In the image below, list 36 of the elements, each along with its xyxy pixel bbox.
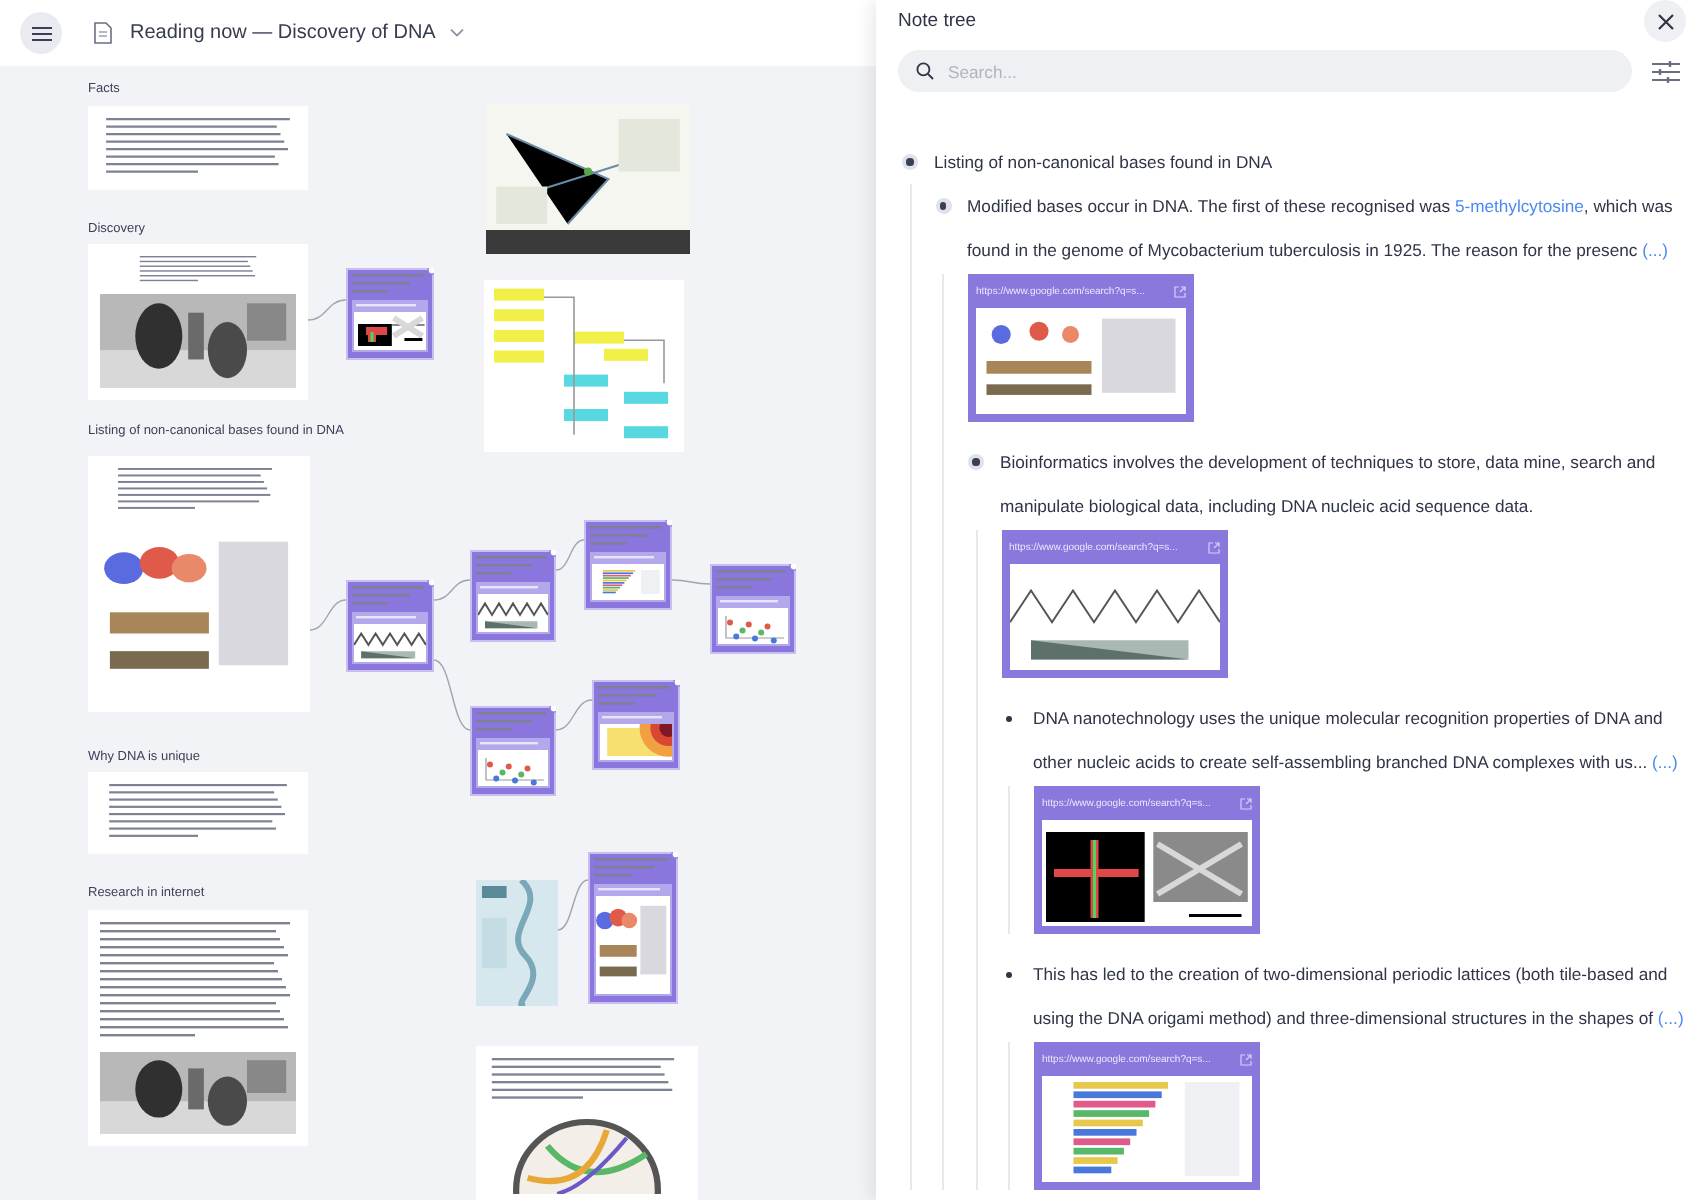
connector-line [555,539,585,571]
more-link[interactable]: (...) [1652,752,1678,772]
close-icon [1657,13,1673,29]
note-text: Bioinformatics involves the development of techniques to store, data mine, search and manipulate biological data, including DNA nucleic acid sequence data. [1000,450,1658,520]
more-link[interactable]: (...) [1642,240,1668,260]
note-card-drawing[interactable] [346,580,434,672]
connector-line [433,659,471,731]
panel-title: Note tree [898,10,977,32]
note-card-drawing[interactable] [470,550,556,642]
connector-line [555,699,593,731]
filter-icon[interactable] [1652,59,1680,83]
note-text: DNA nanotechnology uses the unique molecular recognition properties of DNA and other nucleic acids to create self-assembling branched DNA complexes with us... (...) [1033,706,1680,776]
bullet-icon [1006,715,1012,721]
expanded-bullet-icon[interactable] [902,154,918,170]
search-field[interactable]: Search... [898,50,1632,92]
caret-icon[interactable] [449,28,464,38]
note-text: Listing of non-canonical bases found in DNA [934,150,1275,176]
more-link[interactable]: (...) [1657,1008,1684,1028]
connector-line [307,299,347,321]
menu-icon [31,25,51,41]
connector-line [309,599,347,631]
note-text: This has led to the creation of two-dimensional periodic lattices (both tile-based and using the DNA origami method) and three-dimensional structures in the shapes of (...) [1033,962,1686,1032]
search-icon [916,62,934,80]
expanded-bullet-icon[interactable] [935,198,951,214]
inline-link[interactable]: 5-methylcytosine [1454,196,1584,216]
document-title[interactable]: Reading now — Discovery of DNA [130,22,436,44]
connector-line [671,579,711,585]
bullet-icon [1006,971,1012,977]
document-icon [94,22,112,44]
connector-line [433,579,471,601]
close-button[interactable] [1644,0,1686,42]
connector-line [557,879,589,931]
menu-button[interactable] [20,12,62,54]
expanded-bullet-icon[interactable] [968,454,984,470]
note-text: Modified bases occur in DNA. The first of these recognised was 5-methylcytosine, which was found in the genome of Mycobacterium tuberculosis in 1925. The reason for the presenc (...) [967,194,1675,264]
note-card-drawing[interactable] [346,268,434,360]
